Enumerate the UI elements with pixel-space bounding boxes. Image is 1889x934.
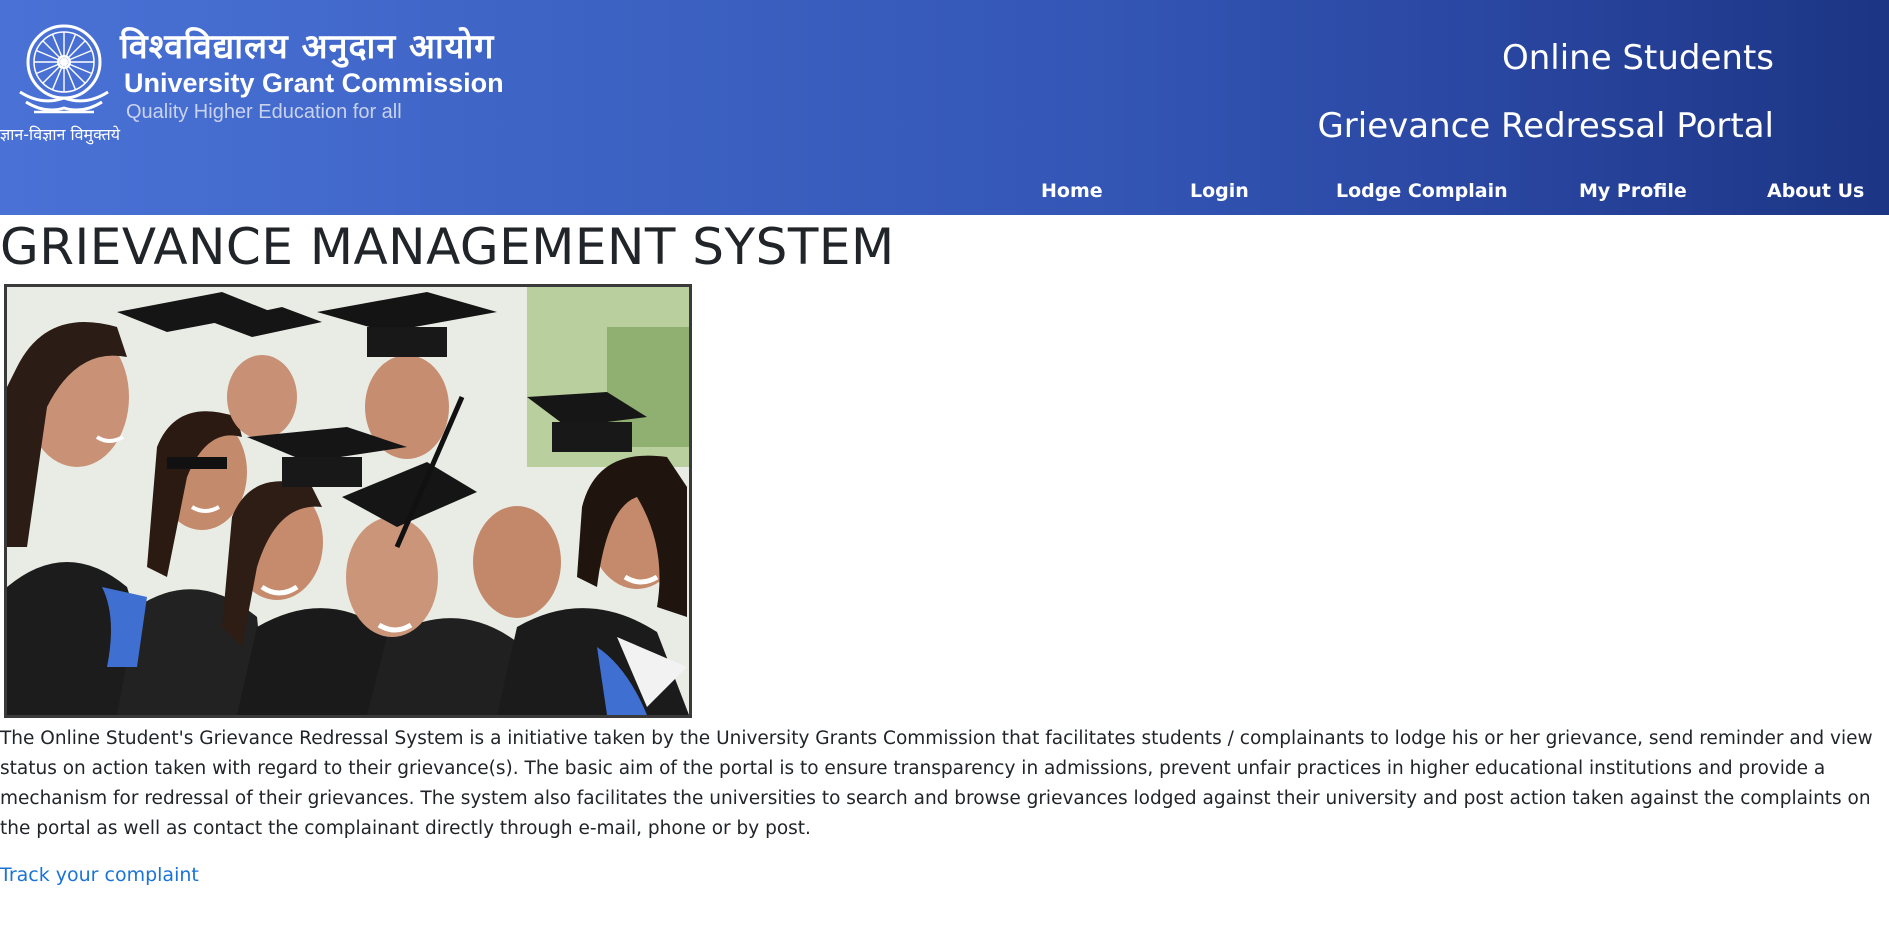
portal-description: The Online Student's Grievance Redressal…	[0, 728, 1873, 839]
hindi-motto: ज्ञान-विज्ञान विमुक्तये	[0, 125, 121, 144]
site-header: विश्वविद्यालय अनुदान आयोग University Gra…	[0, 0, 1889, 215]
page-title: GRIEVANCE MANAGEMENT SYSTEM	[0, 218, 895, 276]
main-nav: Home Login Lodge Complain My Profile Abo…	[1003, 180, 1889, 204]
ashoka-chakra-emblem-icon	[19, 24, 109, 114]
ugc-name: University Grant Commission	[124, 68, 504, 98]
portal-title-line2: Grievance Redressal Portal	[1317, 106, 1774, 146]
track-complaint-link[interactable]: Track your complaint	[0, 864, 199, 886]
ugc-logo[interactable]: विश्वविद्यालय अनुदान आयोग University Gra…	[0, 8, 530, 144]
nav-about-us[interactable]: About Us	[1767, 180, 1864, 202]
nav-lodge-complain[interactable]: Lodge Complain	[1336, 180, 1508, 202]
nav-my-profile[interactable]: My Profile	[1579, 180, 1687, 202]
nav-home[interactable]: Home	[1041, 180, 1103, 202]
tagline: Quality Higher Education for all	[126, 101, 402, 123]
portal-title-line1: Online Students	[1501, 38, 1774, 78]
nav-login[interactable]: Login	[1190, 180, 1249, 202]
hindi-title: विश्वविद्यालय अनुदान आयोग	[120, 27, 495, 67]
graduates-photo	[4, 284, 692, 718]
